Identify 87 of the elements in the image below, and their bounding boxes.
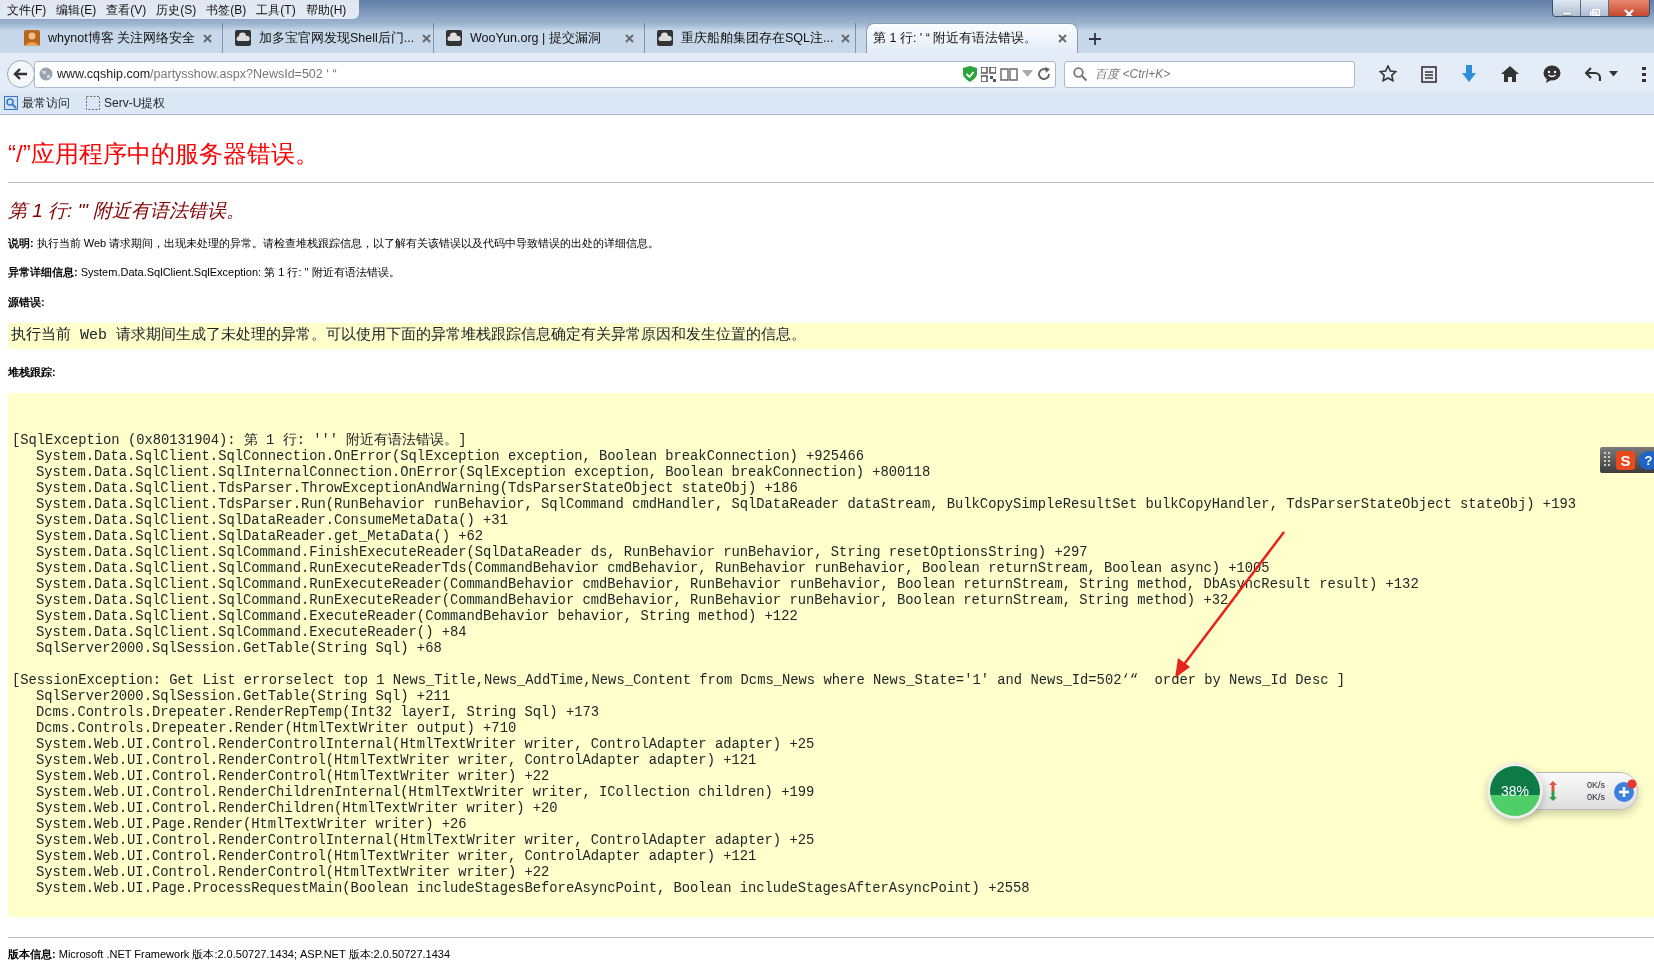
back-button[interactable] [6,59,36,89]
stack-trace-line: System.Data.SqlClient.SqlCommand.FinishExecuteReader(SqlDataReader ds, RunBehavior runBehavior, String resetOptionsString) +297 [35,545,1088,561]
stack-trace-line: System.Web.UI.Page.ProcessRequestMain(Boolean includeStagesBeforeAsyncPoint, Boolean includeStagesAfterAsyncPoint) +2558 [35,881,1030,897]
stack-trace-line: System.Web.UI.Control.RenderControlInternal(HtmlTextWriter writer, ControlAdapter adapter) +25 [35,737,815,753]
cloud-icon [446,30,462,46]
version-info-text: 版本信息: Microsoft .NET Framework 版本:2.0.50727.1434; ASP.NET 版本:2.0.50727.1434 [8,947,452,961]
grip-icon [1604,452,1612,468]
close-button[interactable] [1609,0,1649,16]
minimize-icon [1561,11,1572,16]
menu-item[interactable]: 帮助(H) [302,0,354,19]
restore-icon [1589,8,1600,16]
stack-trace-line: System.Data.SqlClient.SqlCommand.RunExecuteReader(CommandBehavior cmdBehavior, RunBehavior runBehavior, Boolean returnStream, String method) +32 [35,593,1229,609]
clipboard-icon[interactable] [1421,65,1437,83]
reader-icon[interactable] [1000,67,1019,81]
search-icon [1073,67,1088,81]
stack-trace-line: System.Web.UI.Control.RenderControl(HtmlTextWriter writer) +22 [35,769,550,785]
stack-trace-line: System.Data.SqlClient.SqlDataReader.ConsumeMetaData() +31 [35,513,508,529]
menu-item[interactable]: 文件(F) [4,0,54,19]
exception-details-text: 异常详细信息: System.Data.SqlClient.SqlException: 第 1 行: '' 附近有语法错误。 [8,265,401,279]
menu-item[interactable]: 编辑(E) [53,0,104,19]
dropdown-icon[interactable] [1609,71,1618,77]
stack-trace-line: System.Data.SqlClient.SqlInternalConnection.OnError(SqlException exception, Boolean breakConnection) +800118 [35,465,931,481]
stack-trace-line: SqlServer2000.SqlSession.GetTable(String Sql) +211 [35,689,450,705]
stack-trace-line: System.Data.SqlClient.SqlCommand.ExecuteReader() +84 [35,625,467,641]
minimize-button[interactable] [1553,0,1581,16]
stack-trace-line: Dcms.Controls.Drepeater.Render(HtmlTextWriter output) +710 [35,721,517,737]
undo-icon[interactable] [1585,67,1601,81]
close-tab-icon[interactable] [422,33,432,43]
stack-trace-line: System.Web.UI.Control.RenderChildren(HtmlTextWriter writer) +20 [35,801,558,817]
restore-button[interactable] [1581,0,1609,16]
bookmark[interactable]: Serv-U提权 [86,93,166,112]
download-arrow-icon [1549,791,1557,801]
stack-trace-line: System.Data.SqlClient.SqlDataReader.get_MetaData() +62 [35,529,484,545]
globe-icon [39,67,53,81]
stack-trace-label: 堆栈跟踪: [8,365,57,379]
stack-trace-line: System.Web.UI.Control.RenderChildrenInternal(HtmlTextWriter writer, ICollection children) +199 [35,785,815,801]
error-title: “/”应用程序中的服务器错误。 [8,139,320,169]
qr-code-icon[interactable] [981,66,997,82]
menu-item[interactable]: 查看(V) [103,0,154,19]
blank-page-icon [86,95,100,110]
cloud-icon [657,30,673,46]
add-button[interactable] [1613,779,1637,803]
close-tab-icon[interactable] [841,33,851,43]
ime-logo[interactable]: S [1616,450,1635,470]
stack-trace-line: System.Web.UI.Page.Render(HtmlTextWriter writer) +26 [35,817,467,833]
source-error-text: 执行当前 Web 请求期间生成了未处理的异常。可以使用下面的异常堆栈跟踪信息确定有关异常原因和发生位置的信息。 [11,327,806,344]
upload-speed: 0K/s [1587,779,1605,791]
error-message-heading: 第 1 行: "' 附近有语法错误。 [8,199,247,223]
stack-trace-line: [SqlException (0x80131904): 第 1 行: ''' 附近有语法错误。] [12,433,467,449]
menu-item[interactable]: 工具(T) [253,0,303,19]
bookmark[interactable]: 最常访问 [4,93,70,112]
download-icon[interactable] [1461,65,1477,83]
description-text: 说明: 执行当前 Web 请求期间，出现未处理的异常。请检查堆栈跟踪信息，以了解有关该错误以及代码中导致错误的出处的详细信息。 [8,236,661,250]
stack-trace-line: System.Web.UI.Control.RenderControl(HtmlTextWriter writer, ControlAdapter adapter) +121 [35,849,757,865]
shield-icon [963,66,978,82]
menu-item[interactable]: 历史(S) [153,0,204,19]
history-page-icon [4,95,18,110]
stack-trace-line: System.Data.SqlClient.SqlConnection.OnError(SqlException exception, Boolean breakConnection) +925466 [35,449,864,465]
chat-icon[interactable] [1543,65,1561,83]
close-tab-icon[interactable] [625,33,634,43]
reload-icon[interactable] [1037,67,1052,81]
stack-trace-line: System.Web.UI.Control.RenderControl(HtmlTextWriter writer) +22 [35,865,550,881]
stack-trace-line: SqlServer2000.SqlSession.GetTable(String Sql) +68 [35,641,442,657]
stack-trace-line: Dcms.Controls.Drepeater.RenderRepTemp(Int32 layerI, String Sql) +173 [35,705,599,721]
stack-trace-line: System.Data.SqlClient.TdsParser.Run(RunBehavior runBehavior, SqlCommand cmdHandler, SqlDataReader dataStream, BulkCopySimpleResultSet bulkCopyHandler, TdsParserStateObject stateObj) +193 [35,497,1576,513]
stack-trace-line: System.Web.UI.Control.RenderControl(HtmlTextWriter writer, ControlAdapter adapter) +121 [35,753,757,769]
download-speed: 0K/s [1587,791,1605,803]
help-button[interactable]: ? [1639,450,1654,470]
browser-tab[interactable]: 第 1 行: ' “ 附近有语法错误。 [866,23,1078,53]
close-icon [1624,8,1634,16]
cloud-icon [235,30,251,46]
star-icon[interactable] [1379,65,1397,83]
stack-trace-line: [SessionException: Get List errorselect top 1 News_Title,News_AddTime,News_Content from Dcms_News where News_State='1' and News_Id=502‘“ order by News_Id Desc ] [12,673,1345,689]
stack-trace-line: System.Data.SqlClient.TdsParser.ThrowExceptionAndWarning(TdsParserStateObject stateObj) +186 [35,481,798,497]
address-field[interactable]: www.cqship.com/partysshow.aspx?NewsId=502 ‘ “ [34,60,1057,88]
menu-icon[interactable] [1642,66,1646,82]
stack-trace-line: System.Web.UI.Control.RenderControlInternal(HtmlTextWriter writer, ControlAdapter adapter) +25 [35,833,815,849]
avatar-icon [24,30,40,46]
close-tab-icon[interactable] [203,33,213,43]
close-tab-icon[interactable] [1058,34,1067,43]
search-field[interactable]: 百度 <Ctrl+K> [1064,60,1355,88]
stack-trace-line: System.Data.SqlClient.SqlCommand.ExecuteReader(CommandBehavior behavior, String method) +122 [35,609,798,625]
upload-arrow-icon [1549,781,1557,791]
usage-gauge: 38% [1490,766,1540,816]
source-error-label: 源错误: [8,295,46,309]
home-icon[interactable] [1501,66,1519,82]
menu-item[interactable]: 书签(B) [203,0,254,19]
